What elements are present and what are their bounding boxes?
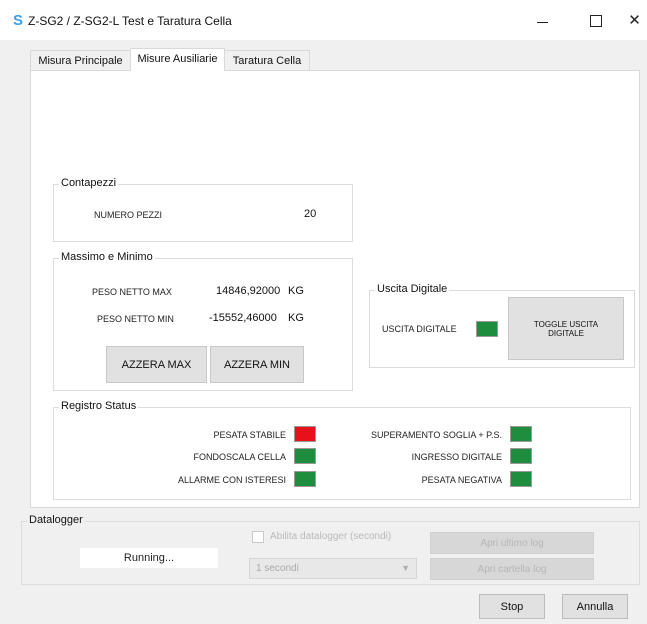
interval-value: 1 secondi xyxy=(256,563,299,574)
uscita-digitale-label: USCITA DIGITALE xyxy=(382,324,457,334)
numero-pezzi-label: NUMERO PEZZI xyxy=(94,210,163,220)
peso-max-value: 14846,92000 xyxy=(216,285,281,297)
apri-ultimo-log-button[interactable]: Apri ultimo log xyxy=(430,532,594,554)
numero-pezzi-value: 20 xyxy=(304,208,317,220)
registro-status-group: Registro Status PESATA STABILE FONDOSCAL… xyxy=(53,400,631,500)
interval-select[interactable]: 1 secondi ▼ xyxy=(249,558,417,579)
contapezzi-group: Contapezzi NUMERO PEZZI 20 xyxy=(53,177,353,242)
annulla-button[interactable]: Annulla xyxy=(562,594,628,619)
tab-panel-misure-ausiliarie: Contapezzi NUMERO PEZZI 20 Massimo e Min… xyxy=(30,70,640,508)
minimize-icon[interactable] xyxy=(525,8,561,34)
azzera-max-button[interactable]: AZZERA MAX xyxy=(106,346,207,383)
stop-button[interactable]: Stop xyxy=(479,594,545,619)
allarme-isteresi-label: ALLARME CON ISTERESI xyxy=(177,475,286,485)
ingresso-digitale-label: INGRESSO DIGITALE xyxy=(411,452,502,462)
tab-taratura-cella[interactable]: Taratura Cella xyxy=(224,50,310,70)
app-logo-icon: S xyxy=(12,12,23,29)
uscita-digitale-indicator xyxy=(476,321,498,337)
massimo-minimo-title: Massimo e Minimo xyxy=(59,251,155,263)
fondoscala-cella-label: FONDOSCALA CELLA xyxy=(193,452,286,462)
pesata-negativa-label: PESATA NEGATIVA xyxy=(421,475,502,485)
registro-status-title: Registro Status xyxy=(59,400,139,412)
tab-strip: Misura Principale Misure Ausiliarie Tara… xyxy=(30,48,630,71)
maximize-icon[interactable] xyxy=(578,8,614,34)
contapezzi-title: Contapezzi xyxy=(59,177,119,189)
apri-cartella-log-button[interactable]: Apri cartella log xyxy=(430,558,594,580)
uscita-digitale-title: Uscita Digitale xyxy=(375,283,450,295)
abilita-datalogger-checkbox[interactable] xyxy=(252,531,264,543)
tab-misura-principale[interactable]: Misura Principale xyxy=(30,50,131,70)
datalogger-group: Datalogger Running... Abilita datalogger… xyxy=(21,514,640,585)
azzera-min-button[interactable]: AZZERA MIN xyxy=(210,346,304,383)
fondoscala-cella-indicator xyxy=(294,448,316,464)
superamento-soglia-label: SUPERAMENTO SOGLIA + P.S. xyxy=(371,430,502,440)
peso-min-unit: KG xyxy=(288,312,304,324)
superamento-soglia-indicator xyxy=(510,426,532,442)
ingresso-digitale-indicator xyxy=(510,448,532,464)
pesata-stabile-indicator xyxy=(294,426,316,442)
uscita-digitale-group: Uscita Digitale USCITA DIGITALE TOGGLE U… xyxy=(369,283,635,368)
pesata-stabile-label: PESATA STABILE xyxy=(213,430,286,440)
datalogger-status: Running... xyxy=(80,548,218,568)
tab-misure-ausiliarie[interactable]: Misure Ausiliarie xyxy=(130,48,225,71)
peso-min-value: -15552,46000 xyxy=(209,312,277,324)
window-title: Z-SG2 / Z-SG2-L Test e Taratura Cella xyxy=(28,14,232,28)
close-icon[interactable]: ✕ xyxy=(622,8,647,34)
pesata-negativa-indicator xyxy=(510,471,532,487)
toggle-uscita-digitale-button[interactable]: TOGGLE USCITA DIGITALE xyxy=(508,297,624,360)
peso-max-label: PESO NETTO MAX xyxy=(92,287,172,297)
title-bar: S Z-SG2 / Z-SG2-L Test e Taratura Cella … xyxy=(0,0,647,40)
peso-min-label: PESO NETTO MIN xyxy=(97,314,174,324)
main-window: S Z-SG2 / Z-SG2-L Test e Taratura Cella … xyxy=(0,0,647,624)
allarme-isteresi-indicator xyxy=(294,471,316,487)
abilita-datalogger-label: Abilita datalogger (secondi) xyxy=(270,531,392,542)
chevron-down-icon: ▼ xyxy=(401,563,410,573)
datalogger-title: Datalogger xyxy=(27,514,85,526)
peso-max-unit: KG xyxy=(288,285,304,297)
massimo-minimo-group: Massimo e Minimo PESO NETTO MAX 14846,92… xyxy=(53,251,353,391)
